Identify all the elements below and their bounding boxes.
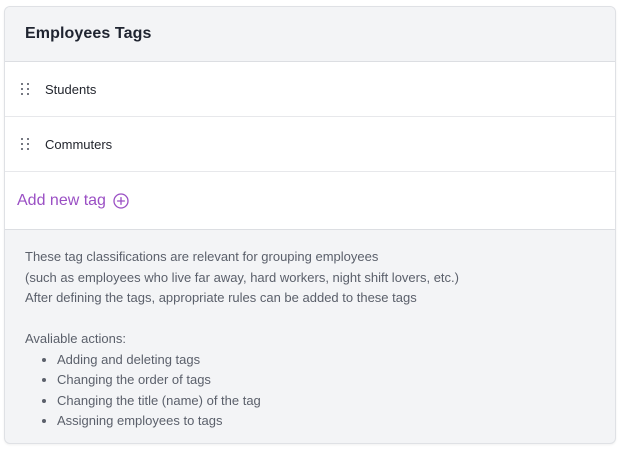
actions-title: Avaliable actions: [25,331,126,346]
card-header: Employees Tags [5,7,615,62]
tag-list: Students Commuters [5,62,615,172]
action-item: Changing the order of tags [57,370,595,391]
info-section: These tag classifications are relevant f… [5,230,615,432]
add-new-tag-button[interactable]: Add new tag [17,192,129,210]
info-line: After defining the tags, appropriate rul… [25,290,417,305]
tag-row-commuters[interactable]: Commuters [5,117,615,172]
action-item: Adding and deleting tags [57,350,595,371]
tag-label[interactable]: Commuters [45,137,112,152]
info-line: (such as employees who live far away, ha… [25,269,459,285]
actions-list: Adding and deleting tags Changing the or… [25,350,595,432]
drag-handle-icon[interactable] [21,138,29,150]
card-title: Employees Tags [25,25,152,42]
plus-circle-icon[interactable] [113,192,129,209]
drag-handle-icon[interactable] [21,83,29,95]
action-item: Assigning employees to tags [57,411,595,432]
tag-row-students[interactable]: Students [5,62,615,117]
tag-label[interactable]: Students [45,82,96,97]
action-item: Changing the title (name) of the tag [57,391,595,412]
add-tag-row: Add new tag [5,172,615,230]
employees-tags-card: Employees Tags Students Commuters Add ne… [4,6,616,444]
add-new-tag-label[interactable]: Add new tag [17,192,106,210]
info-line: These tag classifications are relevant f… [25,249,379,264]
